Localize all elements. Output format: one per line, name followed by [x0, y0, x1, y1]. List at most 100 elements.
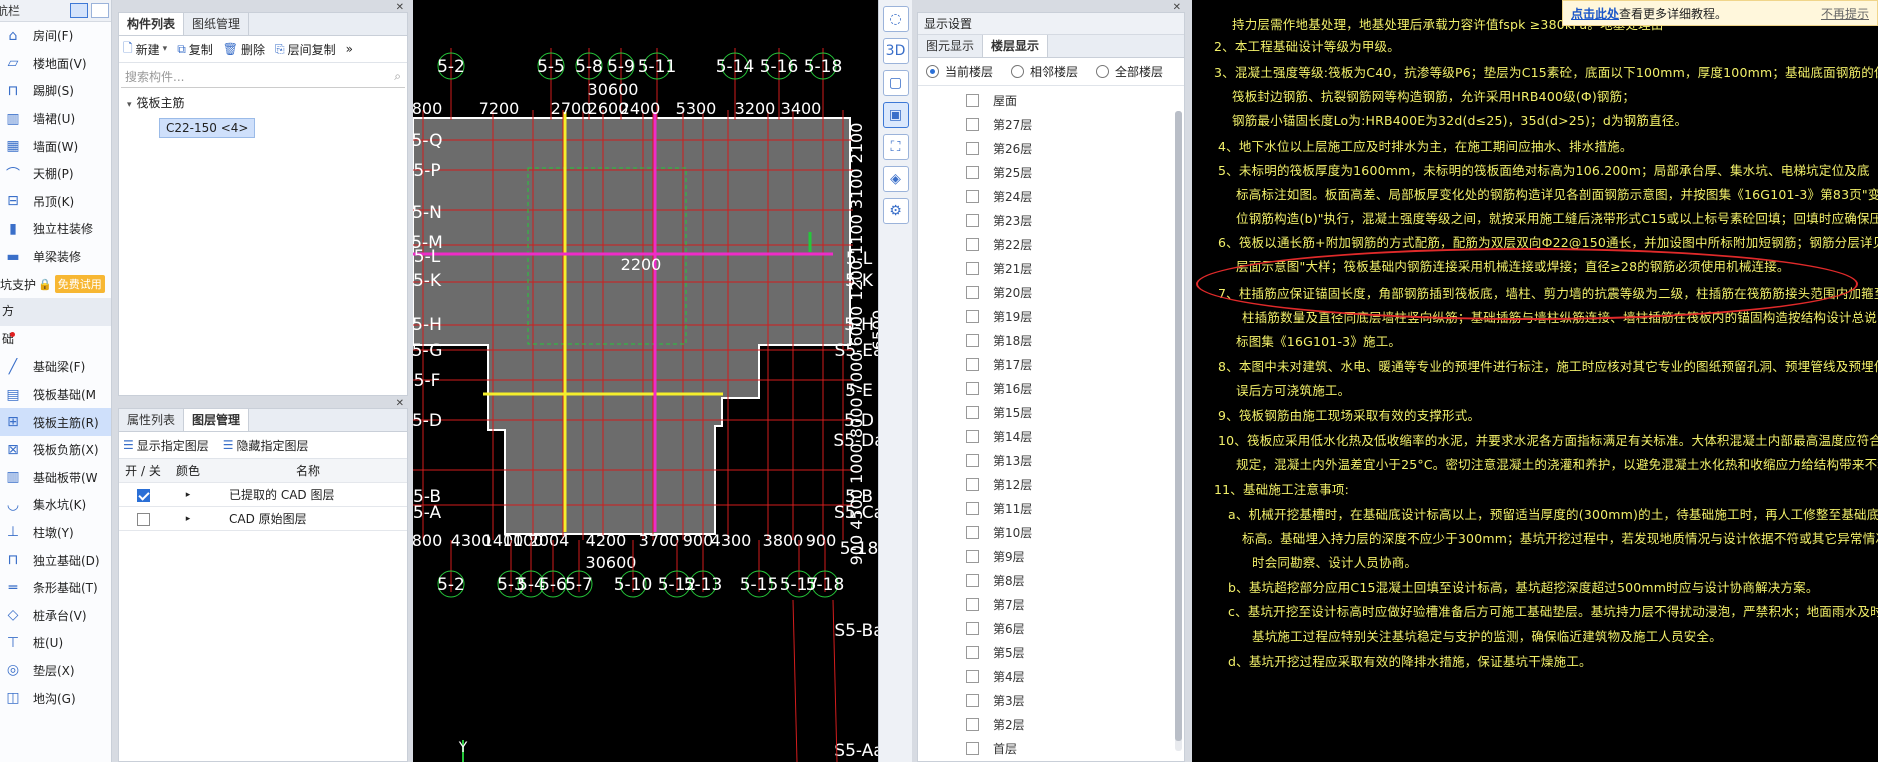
- cad-drawing-canvas[interactable]: 5-2 5-5 5-8 5-9 5-11 5-14 5-16 5-18 30600 800 7200…: [413, 0, 878, 762]
- sidebar-item-foundation-beam[interactable]: ╱ 基础梁(F): [0, 353, 111, 381]
- floor-item[interactable]: 第8层: [918, 568, 1184, 592]
- orbit-icon[interactable]: ◌: [882, 6, 909, 32]
- interlayer-copy-button[interactable]: ⎘ 层间复制: [275, 41, 336, 58]
- floor-checkbox[interactable]: [966, 525, 979, 539]
- floor-item[interactable]: 第26层: [918, 136, 1184, 160]
- floor-item[interactable]: 第15层: [918, 400, 1184, 424]
- floor-checkbox[interactable]: [966, 261, 979, 275]
- free-trial-badge[interactable]: 免费试用: [54, 275, 105, 294]
- floor-item[interactable]: 第5层: [918, 640, 1184, 664]
- floor-checkbox[interactable]: [966, 597, 979, 611]
- floor-checkbox[interactable]: [966, 573, 979, 587]
- copy-button[interactable]: ⧉ 复制: [177, 41, 213, 58]
- floor-checkbox[interactable]: [966, 381, 979, 395]
- floor-item[interactable]: 第3层: [918, 688, 1184, 712]
- sidebar-item-pile[interactable]: ⊤ 桩(U): [0, 629, 111, 657]
- floor-item[interactable]: 第24层: [918, 184, 1184, 208]
- floor-checkbox[interactable]: [966, 741, 979, 755]
- chevron-right-icon[interactable]: ▸: [167, 490, 209, 500]
- radio-current-floor[interactable]: 当前楼层: [926, 63, 993, 80]
- layer-visible-checkbox[interactable]: [136, 512, 150, 526]
- table-row[interactable]: ▸ CAD 原始图层: [119, 507, 407, 531]
- sidebar-item-suspended-ceiling[interactable]: ⊟ 吊顶(K): [0, 188, 111, 216]
- settings-panel-icon[interactable]: ⚙: [882, 198, 909, 224]
- floor-item[interactable]: 第4层: [918, 664, 1184, 688]
- floor-item[interactable]: 第7层: [918, 592, 1184, 616]
- delete-button[interactable]: 🗑 删除: [223, 41, 265, 58]
- floor-checkbox[interactable]: [966, 645, 979, 659]
- sidebar-item-foundation-strip[interactable]: ▥ 基础板带(W: [0, 464, 111, 492]
- tree-node-raft-main-rebar[interactable]: ▾ 筏板主筋: [119, 92, 407, 114]
- floor-checkbox[interactable]: [966, 429, 979, 443]
- tree-item-c22-150[interactable]: C22-150 <4>: [159, 118, 256, 138]
- tab-component-list[interactable]: 构件列表: [119, 13, 185, 35]
- floor-checkbox[interactable]: [966, 165, 979, 179]
- hide-layer-button[interactable]: ☰ 隐藏指定图层: [223, 437, 309, 454]
- floor-item[interactable]: 第17层: [918, 352, 1184, 376]
- table-row[interactable]: ▸ 已提取的 CAD 图层: [119, 483, 407, 507]
- tutorial-link[interactable]: 点击此处: [1571, 5, 1619, 22]
- floor-checkbox[interactable]: [966, 333, 979, 347]
- floor-item[interactable]: 第27层: [918, 112, 1184, 136]
- floor-item[interactable]: 第21层: [918, 256, 1184, 280]
- floor-item[interactable]: 第19层: [918, 304, 1184, 328]
- floor-checkbox[interactable]: [966, 717, 979, 731]
- floor-checkbox[interactable]: [966, 693, 979, 707]
- floor-item[interactable]: 第18层: [918, 328, 1184, 352]
- floor-checkbox[interactable]: [966, 93, 979, 107]
- floor-item[interactable]: 第11层: [918, 496, 1184, 520]
- zoom-extents-icon[interactable]: ⛶: [882, 134, 909, 160]
- floor-item[interactable]: 第6层: [918, 616, 1184, 640]
- floor-checkbox[interactable]: [966, 189, 979, 203]
- floor-item[interactable]: 第9层: [918, 544, 1184, 568]
- floor-checkbox[interactable]: [966, 549, 979, 563]
- floor-checkbox[interactable]: [966, 621, 979, 635]
- floor-checkbox[interactable]: [966, 669, 979, 683]
- tab-floor-display[interactable]: 楼层显示: [983, 35, 1049, 57]
- sidebar-item-column-pier[interactable]: ⊥ 柱墩(Y): [0, 519, 111, 547]
- radio-all-floors[interactable]: 全部楼层: [1096, 63, 1163, 80]
- floor-item[interactable]: 屋面: [918, 88, 1184, 112]
- floor-checkbox[interactable]: [966, 501, 979, 515]
- scrollbar[interactable]: [1175, 111, 1182, 751]
- cube-icon[interactable]: ▢: [882, 70, 909, 96]
- sidebar-item-cushion[interactable]: ◎ 垫层(X): [0, 657, 111, 685]
- floor-checkbox[interactable]: [966, 141, 979, 155]
- nav-section-foundation[interactable]: 础: [0, 325, 111, 354]
- tab-drawing-management[interactable]: 图纸管理: [184, 13, 250, 35]
- nav-section-1[interactable]: 方: [0, 297, 111, 326]
- radio-adjacent-floors[interactable]: 相邻楼层: [1011, 63, 1078, 80]
- floor-checkbox[interactable]: [966, 357, 979, 371]
- sidebar-item-wall-surface[interactable]: ▦ 墙面(W): [0, 132, 111, 160]
- floor-item[interactable]: 第10层: [918, 520, 1184, 544]
- new-button[interactable]: 🗋 新建 ▾: [123, 39, 167, 60]
- chevron-right-icon[interactable]: ▸: [167, 514, 209, 524]
- close-icon[interactable]: ✕: [396, 398, 404, 409]
- sidebar-item-sump-pit[interactable]: ◡ 集水坑(K): [0, 491, 111, 519]
- floor-item[interactable]: 第2层: [918, 712, 1184, 736]
- floor-item[interactable]: 第22层: [918, 232, 1184, 256]
- floor-checkbox[interactable]: [966, 237, 979, 251]
- floor-checkbox[interactable]: [966, 309, 979, 323]
- sidebar-item-pile-cap[interactable]: ◇ 桩承台(V): [0, 601, 111, 629]
- sidebar-item-trench[interactable]: ◫ 地沟(G): [0, 684, 111, 712]
- floor-item[interactable]: 第14层: [918, 424, 1184, 448]
- floor-checkbox[interactable]: [966, 285, 979, 299]
- floor-checkbox[interactable]: [966, 477, 979, 491]
- view-3d-icon[interactable]: 3D: [882, 38, 909, 64]
- floor-item[interactable]: 第16层: [918, 376, 1184, 400]
- nav-item-pit-support[interactable]: 坑支护 🔒 免费试用: [0, 270, 111, 298]
- floor-checkbox[interactable]: [966, 117, 979, 131]
- sidebar-item-isolated-foundation[interactable]: ⊓ 独立基础(D): [0, 546, 111, 574]
- sidebar-item-raft-negative-rebar[interactable]: ⊠ 筏板负筋(X): [0, 436, 111, 464]
- floor-item[interactable]: 第12层: [918, 472, 1184, 496]
- floor-checkbox[interactable]: [966, 405, 979, 419]
- sidebar-item-room[interactable]: ⌂ 房间(F): [0, 22, 111, 50]
- sidebar-item-strip-foundation[interactable]: ═ 条形基础(T): [0, 574, 111, 602]
- floor-checkbox[interactable]: [966, 213, 979, 227]
- close-icon[interactable]: ✕: [396, 2, 404, 13]
- floor-item[interactable]: 第13层: [918, 448, 1184, 472]
- sidebar-item-skirting[interactable]: ⊓ 踢脚(S): [0, 77, 111, 105]
- show-layer-button[interactable]: ☰ 显示指定图层: [123, 437, 209, 454]
- tab-attribute-list[interactable]: 属性列表: [119, 409, 185, 431]
